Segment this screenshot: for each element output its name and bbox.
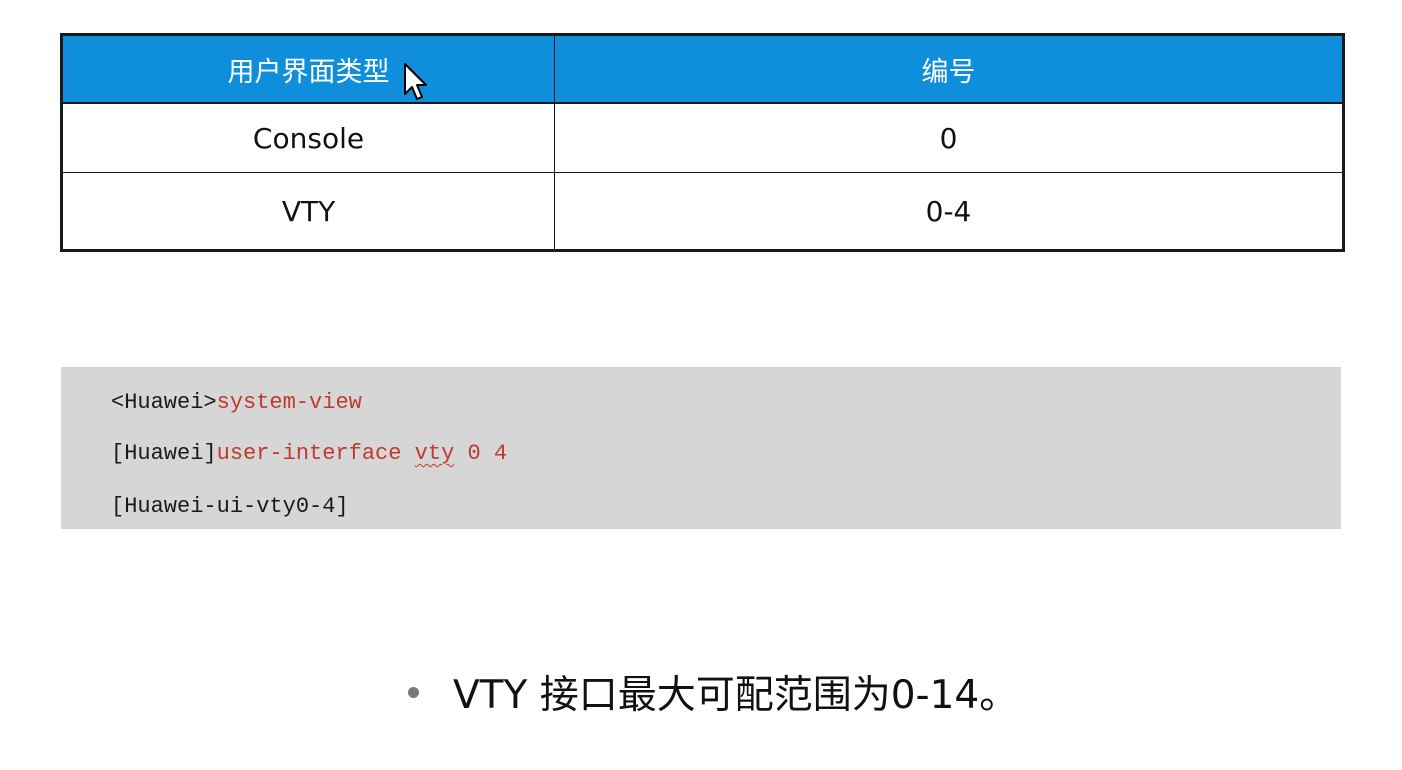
code-keyword-vty: vty (414, 441, 455, 466)
code-prompt: [Huawei] (111, 441, 217, 466)
cell-number: 0 (554, 102, 1344, 173)
bullet-note: VTY 接口最大可配范围为0-14。 (408, 664, 1018, 720)
code-prompt: [Huawei-ui-vty0-4] (111, 494, 349, 519)
code-prompt: <Huawei> (111, 390, 217, 415)
note-text: VTY 接口最大可配范围为0-14。 (453, 673, 1019, 718)
code-block: <Huawei>system-view [Huawei]user-interfa… (61, 367, 1341, 529)
table-header-row: 用户界面类型 编号 (61, 34, 1344, 104)
bullet-dot-icon (408, 686, 419, 698)
cell-interface-type: VTY (61, 172, 555, 251)
code-arguments: 0 4 (454, 441, 508, 466)
code-line-user-interface: [Huawei]user-interface vty 0 4 (111, 441, 507, 467)
code-line-ui-prompt: [Huawei-ui-vty0-4] (111, 494, 349, 520)
table-row: VTY 0-4 (61, 172, 1344, 251)
cell-interface-type: Console (61, 102, 555, 173)
cell-number: 0-4 (554, 172, 1344, 251)
user-interface-table: 用户界面类型 编号 Console 0 VTY 0-4 (60, 33, 1345, 252)
code-line-system-view: <Huawei>system-view (111, 390, 362, 416)
header-number: 编号 (554, 34, 1344, 104)
mouse-pointer-icon (404, 63, 427, 100)
header-interface-type: 用户界面类型 (61, 34, 555, 104)
code-command: system-view (216, 390, 362, 415)
code-command: user-interface (216, 441, 415, 466)
table-row: Console 0 (61, 102, 1344, 173)
